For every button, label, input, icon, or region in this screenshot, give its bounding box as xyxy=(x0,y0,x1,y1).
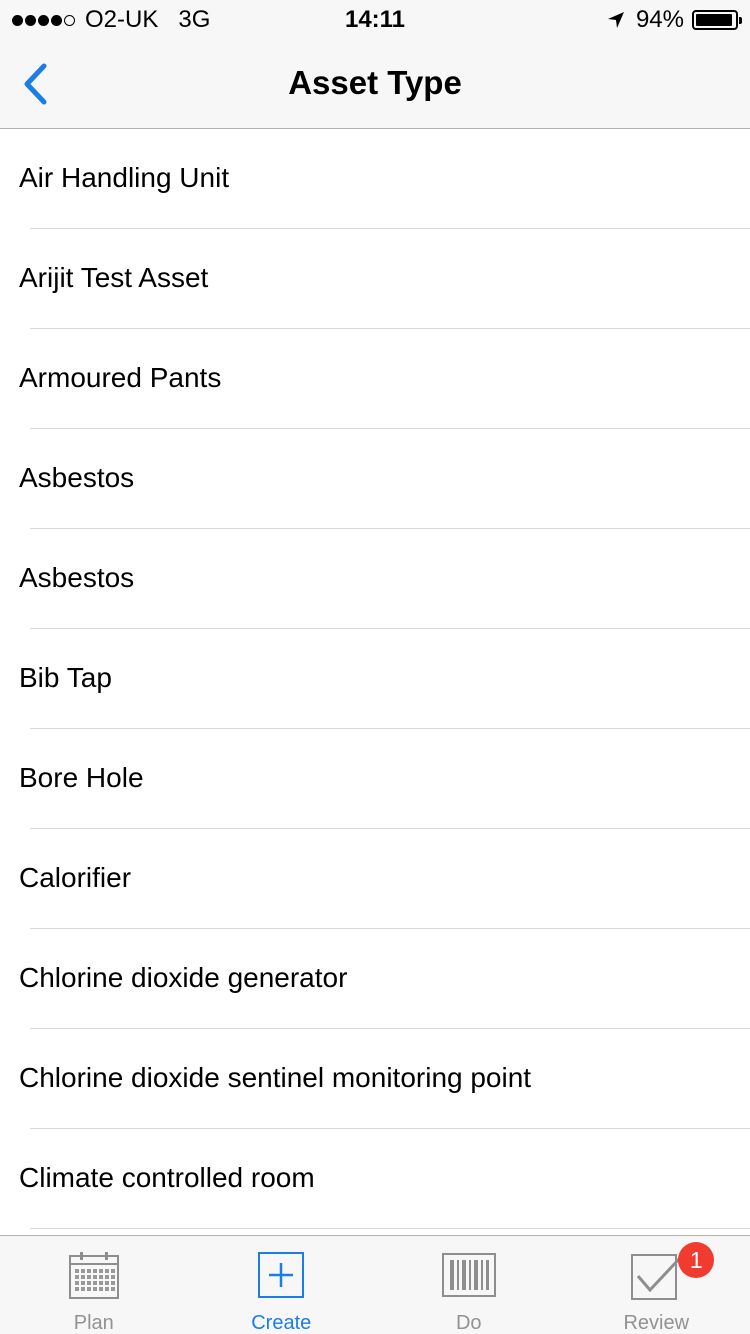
list-item-label: Asbestos xyxy=(19,462,135,493)
list-item[interactable]: Asbestos xyxy=(0,529,750,629)
battery-percent: 94% xyxy=(635,6,684,33)
list-item[interactable]: Asbestos xyxy=(0,429,750,529)
list-item-label: Calorifier xyxy=(19,862,132,893)
tab-plan[interactable]: Plan xyxy=(0,1236,188,1334)
list-item-label: Climate controlled room xyxy=(19,1162,315,1193)
asset-type-list: Air Handling Unit Arijit Test Asset Armo… xyxy=(0,129,750,1235)
navigation-bar: Asset Type xyxy=(0,40,750,129)
tab-bar: Plan Create Do Review 1 xyxy=(0,1235,750,1334)
barcode-icon xyxy=(441,1253,496,1297)
list-item[interactable]: Air Handling Unit xyxy=(0,129,750,229)
list-item-label: Arijit Test Asset xyxy=(19,262,209,293)
list-item[interactable]: Arijit Test Asset xyxy=(0,229,750,329)
status-right: 94% xyxy=(606,6,742,34)
list-item-label: Armoured Pants xyxy=(19,362,222,393)
list-item-label: Bore Hole xyxy=(19,762,144,793)
tab-review[interactable]: Review 1 xyxy=(563,1236,750,1334)
battery-icon xyxy=(692,10,742,30)
tab-label: Create xyxy=(251,1312,312,1334)
tab-do[interactable]: Do xyxy=(375,1236,563,1334)
tab-label: Review xyxy=(623,1312,690,1334)
list-item[interactable]: Chlorine dioxide sentinel monitoring poi… xyxy=(0,1029,750,1129)
plus-square-icon xyxy=(258,1252,305,1298)
list-item-label: Bib Tap xyxy=(19,662,112,693)
checkbox-icon xyxy=(631,1254,682,1300)
list-item[interactable]: Calorifier xyxy=(0,829,750,929)
notification-badge: 1 xyxy=(678,1242,715,1278)
list-item[interactable]: Bib Tap xyxy=(0,629,750,729)
calendar-icon xyxy=(68,1252,119,1299)
list-item-label: Chlorine dioxide generator xyxy=(19,962,348,993)
location-arrow-icon xyxy=(607,12,624,28)
list-item[interactable]: Bore Hole xyxy=(0,729,750,829)
page-title: Asset Type xyxy=(288,64,462,101)
tab-create[interactable]: Create xyxy=(188,1236,376,1334)
battery-fill xyxy=(696,14,732,26)
list-item[interactable]: Climate controlled room xyxy=(0,1129,750,1229)
screen: O2-UK 3G 14:11 94% Asset Type Air Handli… xyxy=(0,0,750,1334)
tab-label: Do xyxy=(455,1312,482,1334)
list-item-label: Asbestos xyxy=(19,562,135,593)
list-item-label: Chlorine dioxide sentinel monitoring poi… xyxy=(19,1062,532,1093)
status-bar: O2-UK 3G 14:11 94% xyxy=(0,0,750,40)
list-item[interactable]: Chlorine dioxide generator xyxy=(0,929,750,1029)
list-item-label: Air Handling Unit xyxy=(19,162,230,193)
tab-label: Plan xyxy=(73,1312,114,1334)
list-item[interactable]: Armoured Pants xyxy=(0,329,750,429)
